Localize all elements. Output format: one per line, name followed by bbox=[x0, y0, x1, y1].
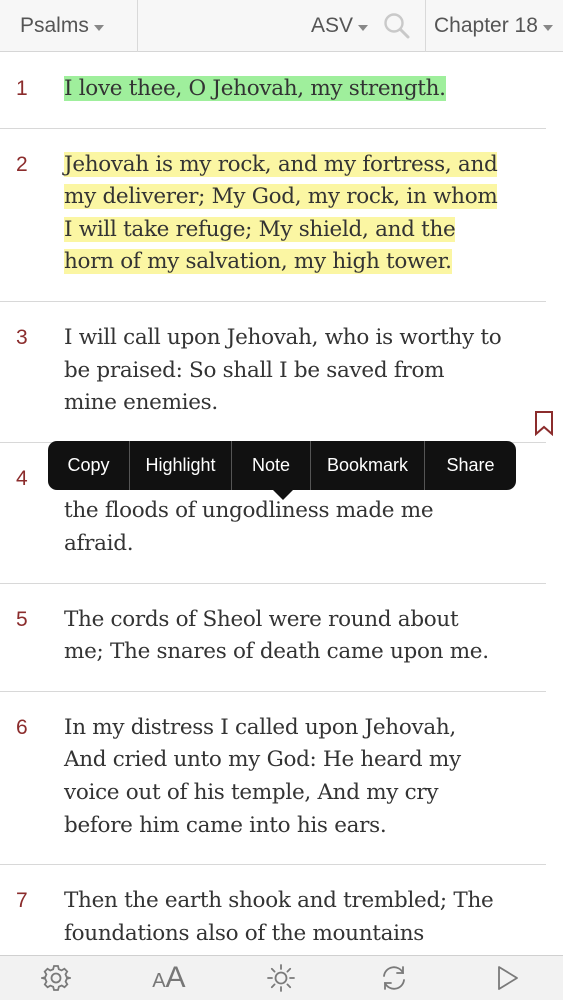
note-button[interactable]: Note bbox=[232, 441, 311, 490]
share-button[interactable]: Share bbox=[425, 441, 516, 490]
highlight-button[interactable]: Highlight bbox=[130, 441, 232, 490]
verse-list[interactable]: 1 I love thee, O Jehovah, my strength. 2… bbox=[0, 53, 563, 955]
font-size-icon: AA bbox=[152, 961, 186, 994]
chapter-label: Chapter 18 bbox=[434, 13, 538, 37]
chevron-down-icon bbox=[542, 24, 553, 31]
verse-row[interactable]: 2 Jehovah is my rock, and my fortress, a… bbox=[0, 129, 546, 302]
gear-icon bbox=[41, 965, 72, 991]
verse-action-menu: Copy Highlight Note Bookmark Share bbox=[48, 441, 516, 490]
verse-number: 2 bbox=[16, 152, 28, 176]
verse-number: 3 bbox=[16, 325, 28, 349]
book-label: Psalms bbox=[20, 13, 89, 37]
sync-button[interactable] bbox=[364, 956, 424, 1000]
refresh-icon bbox=[383, 966, 405, 990]
bookmark-icon[interactable] bbox=[534, 410, 554, 436]
brightness-icon bbox=[267, 964, 296, 992]
copy-button[interactable]: Copy bbox=[48, 441, 130, 490]
play-icon bbox=[497, 966, 518, 990]
verse-text[interactable]: The cords of Sheol were round about me; … bbox=[64, 607, 489, 665]
verse-number: 6 bbox=[16, 715, 28, 739]
brightness-button[interactable] bbox=[251, 956, 311, 1000]
settings-button[interactable] bbox=[26, 956, 86, 1000]
font-size-button[interactable]: AA bbox=[139, 956, 199, 1000]
menu-pointer-arrow bbox=[272, 489, 294, 500]
bottom-toolbar: AA bbox=[0, 955, 563, 1000]
verse-row[interactable]: 3 I will call upon Jehovah, who is worth… bbox=[0, 302, 553, 443]
chapter-selector[interactable]: Chapter 18 bbox=[426, 0, 563, 52]
top-navigation-bar: Psalms ASV Chapter 18 bbox=[0, 0, 563, 52]
verse-row[interactable]: 5 The cords of Sheol were round about me… bbox=[0, 584, 546, 692]
chevron-down-icon bbox=[358, 24, 368, 31]
search-icon bbox=[383, 12, 409, 38]
verse-number: 1 bbox=[16, 77, 28, 100]
verse-text[interactable]: Jehovah is my rock, and my fortress, and… bbox=[64, 151, 498, 275]
verse-number: 5 bbox=[16, 607, 28, 631]
translation-label: ASV bbox=[310, 13, 353, 37]
verse-text[interactable]: I will call upon Jehovah, who is worthy … bbox=[64, 325, 502, 415]
verse-number: 4 bbox=[16, 466, 28, 490]
search-button[interactable] bbox=[368, 0, 426, 52]
chevron-down-icon bbox=[93, 24, 104, 31]
book-selector[interactable]: Psalms bbox=[0, 0, 138, 52]
verse-number: 7 bbox=[16, 889, 28, 913]
verse-row[interactable]: 6 In my distress I called upon Jehovah, … bbox=[0, 692, 546, 866]
verse-row[interactable]: 7 Then the earth shook and trembled; The… bbox=[0, 865, 546, 955]
verse-text[interactable]: In my distress I called upon Jehovah, An… bbox=[64, 715, 461, 838]
verse-text[interactable]: I love thee, O Jehovah, my strength. bbox=[64, 76, 446, 101]
play-audio-button[interactable] bbox=[477, 956, 537, 1000]
verse-text[interactable]: Then the earth shook and trembled; The f… bbox=[64, 888, 494, 955]
bookmark-button[interactable]: Bookmark bbox=[311, 441, 425, 490]
translation-selector[interactable]: ASV bbox=[138, 0, 368, 52]
verse-row[interactable]: 1 I love thee, O Jehovah, my strength. bbox=[0, 53, 546, 129]
